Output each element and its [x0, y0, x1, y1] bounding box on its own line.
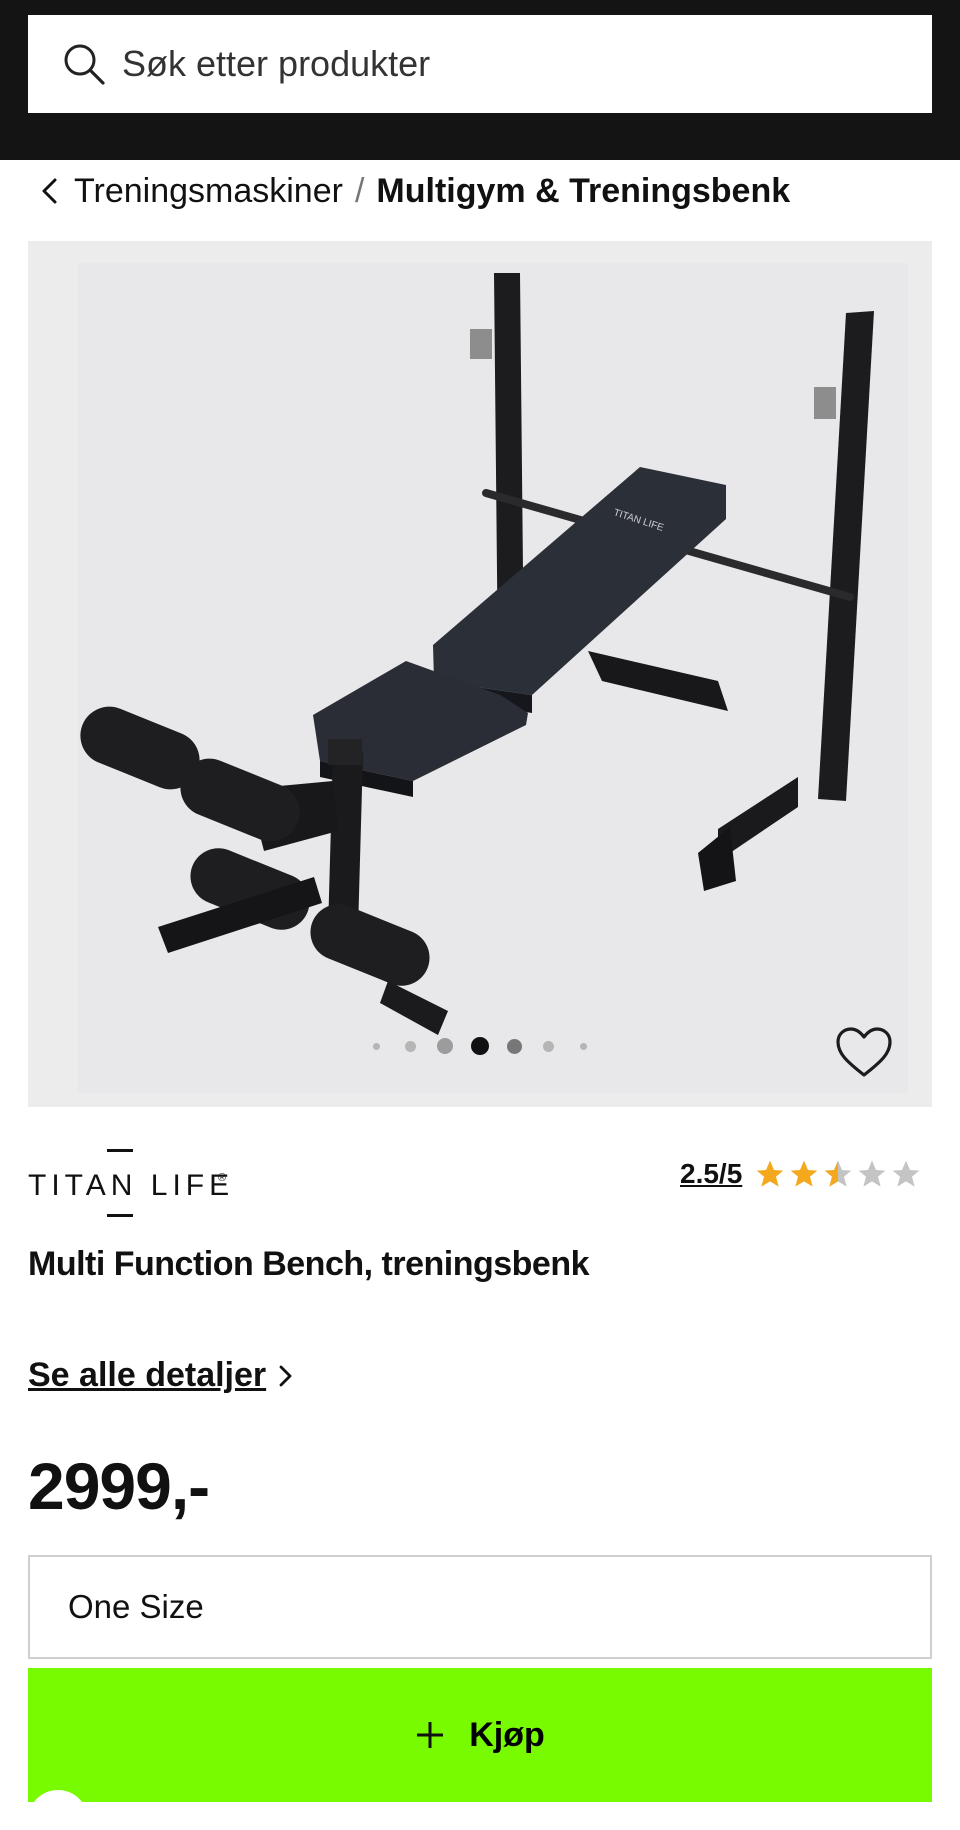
heart-icon[interactable]: [834, 1025, 894, 1081]
pagination-dot[interactable]: [437, 1038, 453, 1054]
pagination-dot[interactable]: [580, 1043, 587, 1050]
header-bar: [0, 0, 960, 160]
svg-text:®: ®: [218, 1172, 226, 1184]
star-icon: [790, 1160, 818, 1187]
size-select[interactable]: One Size: [28, 1555, 932, 1659]
buy-button[interactable]: Kjøp: [28, 1668, 932, 1802]
pagination-dot[interactable]: [373, 1043, 380, 1050]
product-image-gallery[interactable]: TITAN LIFE: [28, 241, 932, 1107]
search-box[interactable]: [28, 15, 932, 113]
brand-name: TITAN LIFE: [28, 1169, 234, 1202]
pagination-dot[interactable]: [507, 1039, 522, 1054]
see-all-details-link[interactable]: Se alle detaljer: [28, 1356, 294, 1395]
pagination-dot[interactable]: [405, 1041, 416, 1052]
product-title: Multi Function Bench, treningsbenk: [28, 1245, 590, 1283]
star-empty-icon: [892, 1160, 920, 1187]
breadcrumb-separator: /: [354, 171, 365, 210]
rating[interactable]: 2.5/5: [680, 1152, 922, 1196]
buy-button-label: Kjøp: [469, 1715, 545, 1754]
search-input[interactable]: [120, 31, 904, 97]
breadcrumb-current[interactable]: Multigym & Treningsbenk: [376, 172, 790, 211]
rating-value[interactable]: 2.5/5: [680, 1158, 742, 1190]
breadcrumb-parent-link[interactable]: Treningsmaskiner: [74, 172, 343, 211]
brand-logo[interactable]: TITAN LIFE ®: [28, 1145, 238, 1221]
search-icon[interactable]: [62, 42, 106, 86]
see-all-details-label[interactable]: Se alle detaljer: [28, 1356, 266, 1395]
size-select-value[interactable]: One Size: [68, 1588, 204, 1626]
chevron-right-icon[interactable]: [278, 1362, 294, 1390]
gallery-pagination[interactable]: [0, 1035, 960, 1057]
pagination-dot-active[interactable]: [471, 1037, 489, 1055]
plus-icon: [417, 1722, 444, 1748]
chevron-left-icon[interactable]: [38, 174, 60, 208]
pagination-dot[interactable]: [543, 1041, 554, 1052]
breadcrumb: Treningsmaskiner / Multigym & Treningsbe…: [38, 166, 790, 216]
star-half-icon: [824, 1160, 852, 1187]
price: 2999,-: [28, 1449, 210, 1523]
product-image: TITAN LIFE: [80, 273, 874, 1035]
star-icon: [756, 1160, 784, 1187]
star-empty-icon: [858, 1160, 886, 1187]
